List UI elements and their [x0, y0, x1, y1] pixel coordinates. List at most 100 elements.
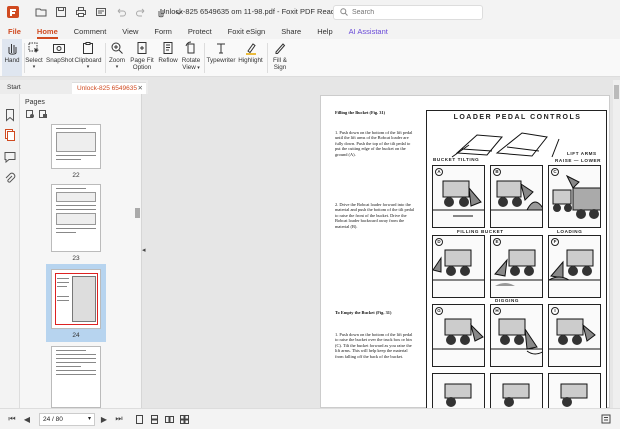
page-options-icon[interactable]	[25, 109, 35, 119]
document-view[interactable]: Filling the Bucket (Fig. 31) 1. Push dow…	[150, 80, 613, 409]
pages-panel-title: Pages	[25, 99, 45, 106]
diagram-cell-b: B	[490, 165, 543, 228]
loader-pedal-diagram: LOADER PEDAL CONTROLS BUCKET TILTING LIF…	[426, 110, 607, 409]
diagram-cell-e: E	[490, 235, 543, 298]
attachment-icon[interactable]	[3, 172, 17, 186]
section-heading: To Empty the Bucket (Fig. 31)	[335, 310, 392, 315]
menu-protect[interactable]: Protect	[180, 24, 220, 39]
undo-icon[interactable]	[114, 5, 128, 19]
next-page-icon[interactable]: ▶	[98, 413, 110, 425]
page-number-field[interactable]: 24 / 80 ▾	[39, 412, 95, 426]
search-input[interactable]	[352, 9, 472, 16]
select-button[interactable]: Select ▾	[24, 41, 44, 71]
reflow-button[interactable]: Reflow	[157, 41, 179, 64]
paragraph: 2. Drive the Bobcat loader forward into …	[335, 202, 415, 229]
rotate-icon	[185, 41, 195, 54]
hand-tool-button[interactable]: Hand	[2, 39, 22, 76]
rotate-label-1: Rotate	[181, 57, 201, 64]
pages-panel: Pages 22 23 24	[20, 94, 142, 408]
snapshot-label: SnapShot	[46, 57, 74, 64]
page-thumbnail-25[interactable]	[51, 346, 101, 408]
ribbon-divider	[105, 43, 106, 73]
rotate-view-button[interactable]: Rotate View ▾	[180, 41, 202, 72]
snapshot-button[interactable]: SnapShot	[46, 41, 74, 64]
diagram-title: LOADER PEDAL CONTROLS	[453, 114, 582, 121]
bookmark-icon[interactable]	[3, 108, 17, 122]
page-fit-option-button[interactable]: Page Fit Option	[129, 41, 155, 71]
save-icon[interactable]	[54, 5, 68, 19]
redo-icon[interactable]	[134, 5, 148, 19]
menu-file[interactable]: File	[0, 24, 29, 39]
menu-foxit-esign[interactable]: Foxit eSign	[220, 24, 274, 39]
zoom-icon	[111, 42, 123, 54]
continuous-view-icon[interactable]	[148, 413, 160, 425]
bucket-tilting-label: BUCKET TILTING	[433, 157, 480, 162]
facing-view-icon[interactable]	[163, 413, 175, 425]
highlight-button[interactable]: Highlight	[237, 41, 264, 64]
comments-icon[interactable]	[3, 150, 17, 164]
menu-comment[interactable]: Comment	[66, 24, 115, 39]
diagram-cell-row4-3	[548, 373, 601, 409]
ribbon-toolbar: Hand Select ▾ SnapShot Clipboard ▾ Zoom …	[0, 39, 620, 77]
tab-document-label: Unlock-825 6549635	[77, 85, 137, 92]
digging-label: DIGGING	[495, 298, 520, 303]
highlight-icon	[245, 43, 256, 55]
page-thumbnail-22[interactable]	[51, 124, 101, 169]
first-page-icon[interactable]: ⏮	[6, 413, 18, 425]
search-box[interactable]	[333, 5, 483, 20]
reflow-icon	[163, 42, 173, 54]
thumbnail-scrollbar[interactable]	[135, 124, 140, 404]
fill-sign-label-1: Fill &	[273, 57, 287, 64]
highlight-label: Highlight	[238, 57, 263, 64]
tab-document[interactable]: Unlock-825 6549635 ✕	[72, 82, 146, 94]
menu-home[interactable]: Home	[29, 24, 66, 39]
ribbon-divider	[204, 43, 205, 73]
page-number-label: 22	[72, 172, 80, 179]
fill-sign-button[interactable]: Fill & Sign	[269, 41, 291, 71]
tab-start-label: Start	[7, 84, 21, 91]
clipboard-icon	[83, 42, 93, 54]
menu-help[interactable]: Help	[309, 24, 340, 39]
fill-sign-label-2: Sign	[273, 64, 287, 71]
print-icon[interactable]	[74, 5, 88, 19]
single-page-view-icon[interactable]	[133, 413, 145, 425]
menu-form[interactable]: Form	[146, 24, 180, 39]
search-icon	[340, 7, 348, 18]
scrollbar-thumb[interactable]	[614, 85, 619, 99]
page-thumbnail-24[interactable]	[51, 269, 101, 329]
last-page-icon[interactable]: ⏭	[113, 413, 125, 425]
pedals-illustration	[451, 132, 560, 158]
open-folder-icon[interactable]	[34, 5, 48, 19]
menu-ai-assistant[interactable]: AI Assistant	[341, 24, 396, 39]
diagram-cell-row4-2	[490, 373, 543, 409]
lift-arms-label: LIFT ARMS	[567, 151, 597, 156]
paragraph: 1. Push down on the bottom of the lift p…	[335, 332, 413, 359]
window-title: Unlock-825 6549635 om 11-98.pdf - Foxit …	[160, 7, 342, 16]
page-fit-label-1: Page Fit	[130, 57, 154, 64]
scrollbar-thumb[interactable]	[135, 208, 140, 218]
reading-mode-icon[interactable]	[600, 413, 612, 425]
clipboard-button[interactable]: Clipboard ▾	[74, 41, 102, 71]
properties-icon[interactable]	[94, 5, 108, 19]
previous-page-icon[interactable]: ◀	[21, 413, 33, 425]
continuous-facing-view-icon[interactable]	[178, 413, 190, 425]
collapse-panel-icon[interactable]: ◂	[142, 246, 149, 260]
page-number-label: 24	[72, 332, 80, 339]
chevron-down-icon[interactable]: ▾	[88, 414, 91, 425]
pages-icon[interactable]	[3, 128, 17, 142]
menu-view[interactable]: View	[114, 24, 146, 39]
zoom-button[interactable]: Zoom ▾	[107, 41, 127, 71]
document-scrollbar[interactable]	[613, 80, 620, 408]
page-thumbnail-23[interactable]	[51, 184, 101, 252]
diagram-cell-f: F	[548, 235, 601, 298]
page-settings-icon[interactable]	[38, 109, 48, 119]
foxit-logo-icon	[6, 5, 20, 19]
menu-share[interactable]: Share	[273, 24, 309, 39]
hand-label: Hand	[4, 57, 20, 64]
tab-start[interactable]: Start	[2, 82, 70, 94]
page-fit-icon	[137, 42, 147, 54]
typewriter-button[interactable]: Typewriter	[206, 41, 236, 64]
paragraph: 1. Push down on the bottom of the lift p…	[335, 130, 413, 157]
fill-sign-icon	[275, 43, 286, 54]
diagram-cell-d: D	[432, 235, 485, 298]
